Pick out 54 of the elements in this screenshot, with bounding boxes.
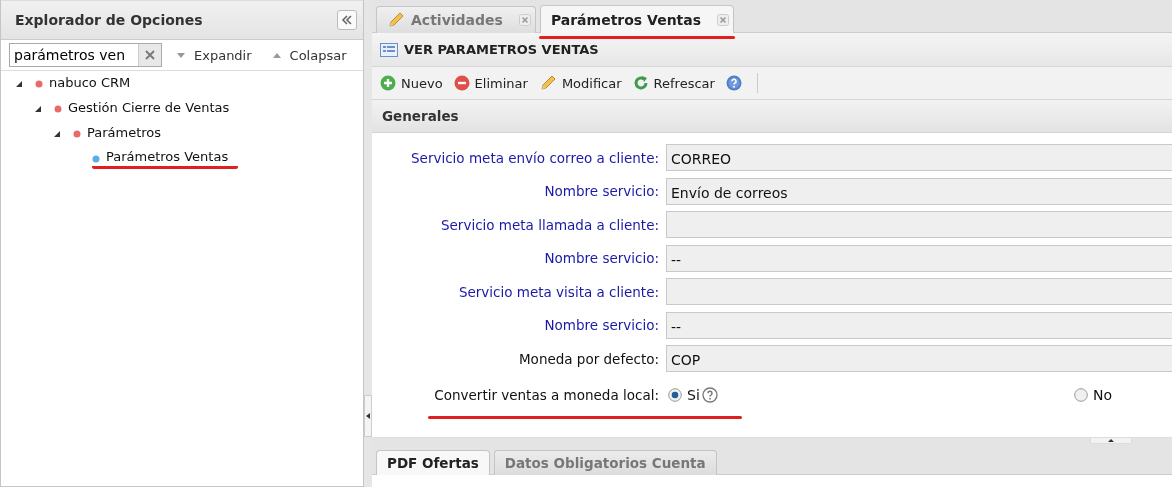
radio-option[interactable]: No (1071, 386, 1114, 403)
field-label: Servicio meta llamada a cliente: (439, 216, 660, 233)
input-field[interactable]: Envío de correos (666, 177, 1172, 205)
splitter-handle[interactable] (364, 395, 372, 437)
panel-title: Explorador de Opciones (15, 12, 203, 28)
expand-button[interactable]: Expandir (170, 47, 258, 63)
field-label: Servicio meta envío correo a cliente: (410, 149, 660, 166)
edit-button[interactable]: Modificar (536, 70, 627, 96)
section-header: Generales (372, 100, 1172, 133)
double-chevron-icon (341, 14, 353, 26)
tree-item[interactable]: Parámetros (87, 125, 162, 142)
field-label: Convertir ventas a moneda local: (433, 386, 660, 403)
search-field[interactable]: parámetros ven (9, 43, 162, 67)
up-arrow-icon (1108, 438, 1114, 442)
tree-item[interactable]: Parámetros Ventas (92, 148, 239, 169)
remove-button[interactable]: Eliminar (451, 70, 533, 96)
field-label: Moneda por defecto: (517, 350, 660, 367)
field-label: Servicio meta visita a cliente: (457, 283, 660, 300)
close-icon (518, 14, 531, 26)
field-label: Nombre servicio: (543, 317, 660, 334)
radio-button[interactable] (1073, 387, 1088, 402)
tab[interactable]: PDF Ofertas (376, 450, 490, 475)
add-icon (380, 75, 396, 91)
tree-item[interactable]: Gestión Cierre de Ventas (68, 100, 230, 117)
clear-icon (145, 50, 155, 60)
collapse-button[interactable]: Colapsar (265, 47, 353, 63)
tab[interactable]: Actividades (376, 6, 536, 33)
tree-item[interactable]: nabuco CRM (49, 75, 131, 92)
input-field[interactable]: -- (666, 311, 1172, 339)
input-field[interactable] (666, 211, 1172, 239)
help-icon (725, 75, 742, 91)
add-button[interactable]: Nuevo (378, 70, 448, 96)
refresh-button[interactable]: Refrescar (630, 70, 720, 96)
pencil-icon (387, 11, 405, 29)
tab[interactable]: Datos Obligatorios Cuenta (493, 450, 717, 475)
input-field[interactable]: COP (666, 345, 1172, 373)
refresh-icon (632, 75, 649, 91)
clear-button[interactable] (138, 44, 161, 66)
down-triangle-icon (176, 50, 186, 60)
field-label: Nombre servicio: (543, 183, 660, 200)
input-field[interactable]: -- (666, 244, 1172, 272)
close-icon (717, 13, 730, 26)
remove-icon (453, 75, 470, 91)
form-icon (380, 41, 398, 58)
left-arrow-icon (366, 413, 370, 419)
input-field[interactable] (666, 278, 1172, 306)
field-label: Nombre servicio: (543, 250, 660, 267)
collapse-button[interactable] (337, 10, 357, 30)
radio-button[interactable] (668, 387, 682, 402)
pencil-icon (538, 74, 557, 92)
radio-option[interactable]: Si (666, 386, 702, 403)
resize-grip[interactable] (1090, 438, 1132, 444)
panel-title: VER PARAMETROS VENTAS (404, 42, 599, 57)
input-field[interactable]: CORREO (666, 144, 1172, 172)
